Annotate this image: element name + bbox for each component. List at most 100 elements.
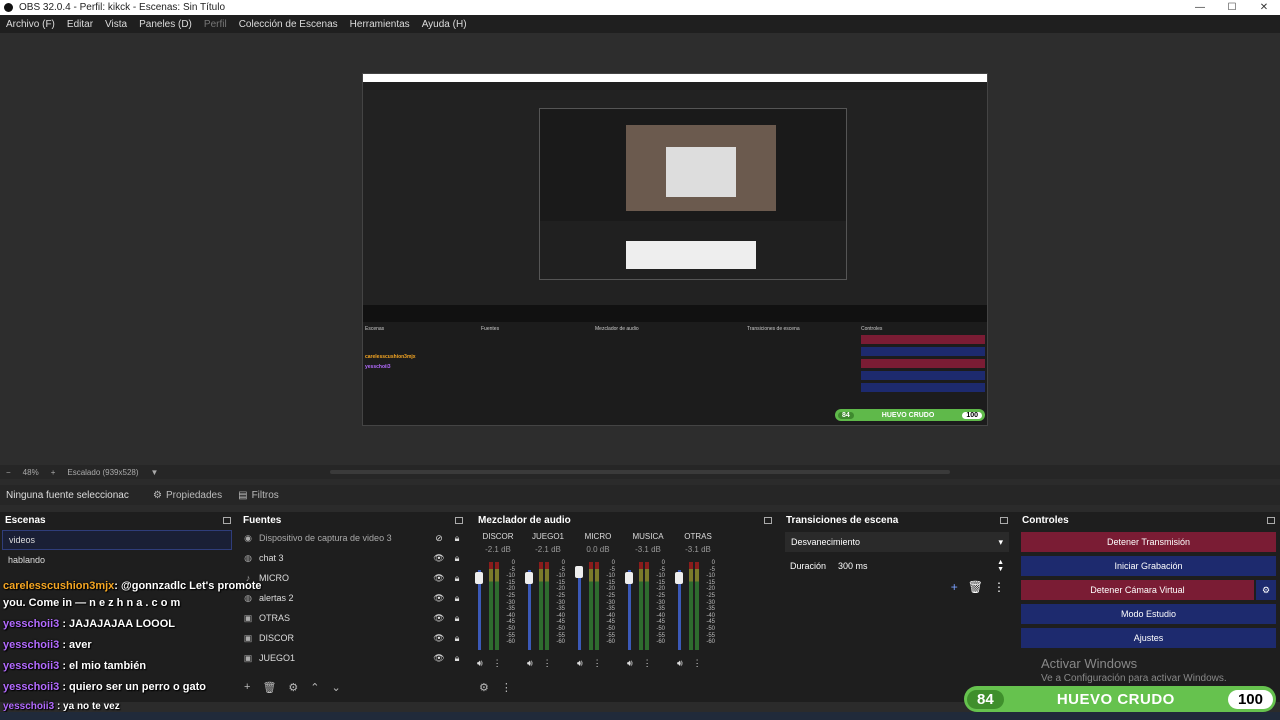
lock-icon[interactable]: 🔒︎ xyxy=(451,533,463,544)
source-label: Dispositivo de captura de video 3 xyxy=(259,533,392,543)
eye-icon[interactable]: 👁︎ xyxy=(433,633,445,644)
properties-button[interactable]: ⚙ Propiedades xyxy=(145,490,230,501)
undock-icon[interactable] xyxy=(223,516,231,524)
virtual-cam-row: Detener Cámara Virtual ⚙ xyxy=(1017,576,1280,600)
lock-icon[interactable]: 🔒︎ xyxy=(451,553,463,564)
transition-select[interactable]: Desvanecimiento ▾ xyxy=(785,532,1009,552)
zoom-in-button[interactable]: + xyxy=(51,468,56,477)
fader-knob[interactable] xyxy=(525,572,533,584)
menu-editar[interactable]: Editar xyxy=(61,19,99,30)
advanced-audio-icon[interactable]: ⚙ xyxy=(479,681,489,694)
source-item[interactable]: ◉ Dispositivo de captura de video 3 ⊘ 🔒︎ xyxy=(238,528,468,548)
undock-icon[interactable] xyxy=(455,516,463,524)
level-meter xyxy=(595,562,599,650)
menu-vista[interactable]: Vista xyxy=(99,19,133,30)
eye-icon[interactable]: 👁︎ xyxy=(433,613,445,624)
speaker-icon[interactable]: 🔊︎ xyxy=(627,658,633,669)
stop-virtual-camera-button[interactable]: Detener Cámara Virtual xyxy=(1021,580,1254,600)
chat-overlay: carelesscushion3mjx: @gonnzadlc Let's pr… xyxy=(3,576,261,717)
mixer-channel: MUSICA -3.1 dB 0 -5 -10 -15 -20 -25 -30 -35 -40-… xyxy=(623,532,673,682)
fader-knob[interactable] xyxy=(475,572,483,584)
channel-name: MICRO xyxy=(584,532,612,541)
start-recording-button[interactable]: Iniciar Grabación xyxy=(1021,556,1276,576)
volume-fader[interactable] xyxy=(578,570,581,650)
menu-archivo[interactable]: Archivo (F) xyxy=(0,19,61,30)
lock-icon[interactable]: 🔒︎ xyxy=(451,613,463,624)
source-label: MICRO xyxy=(259,573,289,583)
more-icon[interactable]: ⋮ xyxy=(543,658,552,669)
speaker-icon[interactable]: 🔊︎ xyxy=(577,658,583,669)
eye-off-icon[interactable]: ⊘ xyxy=(433,533,445,544)
fader-knob[interactable] xyxy=(575,566,583,578)
undock-icon[interactable] xyxy=(764,516,772,524)
add-icon[interactable]: + xyxy=(951,580,958,594)
scene-item-videos[interactable]: videos xyxy=(2,530,232,550)
windows-taskbar xyxy=(0,712,1280,720)
menu-ayuda[interactable]: Ayuda (H) xyxy=(416,19,473,30)
trash-icon[interactable]: 🗑︎ xyxy=(968,580,983,594)
lock-icon[interactable]: 🔒︎ xyxy=(451,653,463,664)
more-icon[interactable]: ⋮ xyxy=(693,658,702,669)
more-icon[interactable]: ⋮ xyxy=(593,658,602,669)
studio-mode-button[interactable]: Modo Estudio xyxy=(1021,604,1276,624)
nested-window xyxy=(666,147,736,197)
speaker-icon[interactable]: 🔊︎ xyxy=(477,658,483,669)
preview-scrollbar[interactable] xyxy=(330,470,950,474)
gear-icon[interactable]: ⚙ xyxy=(1256,580,1276,600)
eye-icon[interactable]: 👁︎ xyxy=(433,553,445,564)
eye-icon[interactable]: 👁︎ xyxy=(433,593,445,604)
source-label: alertas 2 xyxy=(259,593,294,603)
preview-canvas[interactable]: Escenas Fuentes Mezclador de audio Trans… xyxy=(362,73,988,426)
speaker-icon[interactable]: 🔊︎ xyxy=(677,658,683,669)
menu-paneles[interactable]: Paneles (D) xyxy=(133,19,198,30)
source-label: JUEGO1 xyxy=(259,653,296,663)
menu-coleccion[interactable]: Colección de Escenas xyxy=(233,19,344,30)
gear-icon[interactable]: ⚙ xyxy=(288,681,298,694)
source-item[interactable]: ▣ OTRAS 👁︎ 🔒︎ xyxy=(238,608,468,628)
settings-button[interactable]: Ajustes xyxy=(1021,628,1276,648)
trash-icon[interactable]: 🗑︎ xyxy=(262,681,276,694)
lock-icon[interactable]: 🔒︎ xyxy=(451,633,463,644)
more-icon[interactable]: ⋮ xyxy=(993,580,1005,594)
camera-icon: ◉ xyxy=(244,532,252,543)
chat-message: yesschoii3 : JAJAJAJAA LOOOL xyxy=(3,614,261,635)
channel-db: -2.1 dB xyxy=(485,545,511,554)
eye-icon[interactable]: 👁︎ xyxy=(433,653,445,664)
duration-label: Duración xyxy=(790,561,827,571)
source-item[interactable]: ♪ MICRO 👁︎ 🔒︎ xyxy=(238,568,468,588)
duration-input[interactable]: 300 ms xyxy=(838,561,997,571)
mixer-channel: JUEGO1 -2.1 dB 0 -5 -10 -15 -20 -25 -30 -35 -40-… xyxy=(523,532,573,682)
nested-ctrl-5 xyxy=(861,383,985,392)
close-button[interactable]: ✕ xyxy=(1248,2,1280,13)
source-item[interactable]: ◍ chat 3 👁︎ 🔒︎ xyxy=(238,548,468,568)
zoom-out-button[interactable]: − xyxy=(6,468,11,477)
scene-item-hablando[interactable]: hablando xyxy=(2,550,232,570)
lock-icon[interactable]: 🔒︎ xyxy=(451,573,463,584)
source-item[interactable]: ◍ alertas 2 👁︎ 🔒︎ xyxy=(238,588,468,608)
undock-icon[interactable] xyxy=(1000,516,1008,524)
menu-perfil[interactable]: Perfil xyxy=(198,19,233,30)
move-up-icon[interactable]: ⌃ xyxy=(310,681,319,694)
undock-icon[interactable] xyxy=(1267,516,1275,524)
maximize-button[interactable]: ☐ xyxy=(1216,2,1248,13)
speaker-icon[interactable]: 🔊︎ xyxy=(527,658,533,669)
fader-knob[interactable] xyxy=(675,572,683,584)
stop-streaming-button[interactable]: Detener Transmisión xyxy=(1021,532,1276,552)
spin-arrows-icon[interactable]: ▲ ▼ xyxy=(997,559,1004,573)
eye-icon[interactable]: 👁︎ xyxy=(433,573,445,584)
source-item[interactable]: ▣ JUEGO1 👁︎ 🔒︎ xyxy=(238,648,468,668)
filters-button[interactable]: ▤ Filtros xyxy=(230,490,287,501)
more-icon[interactable]: ⋮ xyxy=(493,658,502,669)
move-down-icon[interactable]: ⌄ xyxy=(332,681,341,694)
minimize-button[interactable]: — xyxy=(1184,2,1216,13)
source-item[interactable]: ▣ DISCOR 👁︎ 🔒︎ xyxy=(238,628,468,648)
more-icon[interactable]: ⋮ xyxy=(643,658,652,669)
lock-icon[interactable]: 🔒︎ xyxy=(451,593,463,604)
menu-herramientas[interactable]: Herramientas xyxy=(344,19,416,30)
scale-dropdown-icon[interactable]: ▼ xyxy=(151,468,159,477)
nested-white-panel xyxy=(626,241,756,269)
more-icon[interactable]: ⋮ xyxy=(501,681,512,694)
mixer-toolbar: ⚙ ⋮ xyxy=(473,681,512,694)
globe-icon: ◍ xyxy=(244,552,252,563)
fader-knob[interactable] xyxy=(625,572,633,584)
